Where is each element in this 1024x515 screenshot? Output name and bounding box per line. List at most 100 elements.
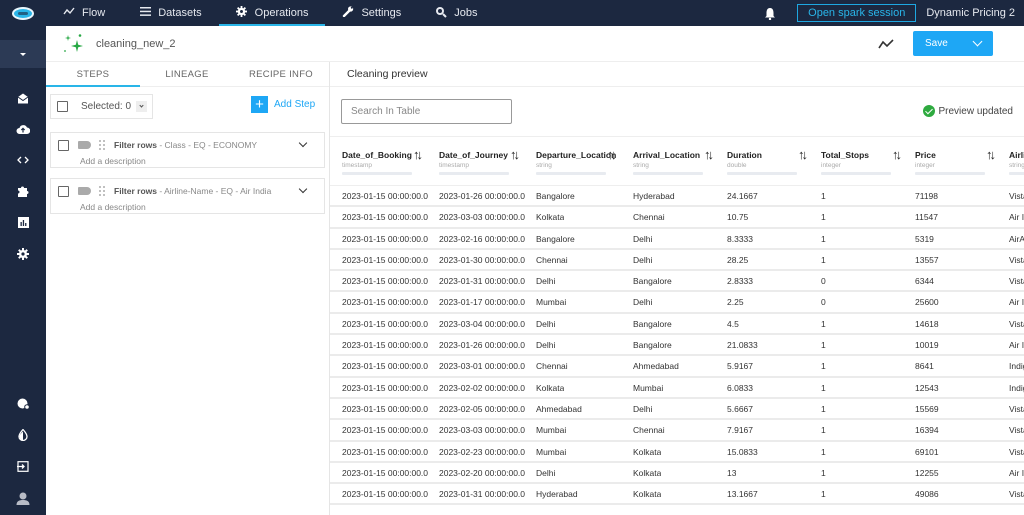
select-all-checkbox[interactable] xyxy=(57,101,68,112)
step-description[interactable]: Add a description xyxy=(80,202,146,212)
table-cell: 2023-01-15 00:00:00.0 xyxy=(342,233,429,244)
column-header[interactable]: Date_of_Booking timestamp ↑↓ xyxy=(330,137,424,185)
table-row[interactable]: 2023-01-15 00:00:00.0 2023-01-26 00:00:00… xyxy=(330,186,1024,208)
recipe-step[interactable]: Filter rows - Airline-Name - EQ - Air In… xyxy=(50,178,325,214)
rail-theme[interactable] xyxy=(0,424,46,446)
table-cell: 1 xyxy=(821,425,826,436)
sort-icon[interactable]: ↑↓ xyxy=(704,147,714,162)
table-row[interactable]: 2023-01-15 00:00:00.0 2023-02-20 00:00:00… xyxy=(330,463,1024,485)
nav-settings[interactable]: Settings xyxy=(325,0,418,26)
table-cell: Air In xyxy=(1009,340,1024,351)
bar-chart-icon xyxy=(17,216,29,228)
rail-reports[interactable] xyxy=(0,211,46,233)
nav-operations[interactable]: Operations xyxy=(218,0,326,26)
rail-logout[interactable] xyxy=(0,455,46,477)
table-cell: 2023-01-15 00:00:00.0 xyxy=(342,403,429,414)
table-cell: 2.8333 xyxy=(727,276,753,287)
table-row[interactable]: 2023-01-15 00:00:00.0 2023-02-05 00:00:00… xyxy=(330,399,1024,421)
tab-recipe-info[interactable]: RECIPE INFO xyxy=(234,62,328,86)
column-header[interactable]: Duration double ↑↓ xyxy=(715,137,809,185)
table-cell: 2023-02-23 00:00:00.0 xyxy=(439,446,526,457)
rail-inbox[interactable] xyxy=(0,87,46,109)
expand-chevron-icon[interactable] xyxy=(298,138,308,148)
table-row[interactable]: 2023-01-15 00:00:00.0 2023-02-02 00:00:00… xyxy=(330,378,1024,399)
search-table-input[interactable] xyxy=(341,99,512,124)
column-type: string xyxy=(633,162,649,169)
sort-icon[interactable]: ↑↓ xyxy=(892,147,902,162)
add-step-button[interactable]: + Add Step xyxy=(251,96,315,113)
save-dropdown-chevron-icon[interactable] xyxy=(972,36,983,47)
open-spark-session-button[interactable]: Open spark session xyxy=(797,4,917,22)
drag-handle-icon[interactable] xyxy=(98,185,106,197)
nav-jobs[interactable]: Jobs xyxy=(418,0,494,26)
notifications-bell-icon[interactable] xyxy=(763,6,777,20)
expand-chevron-icon[interactable] xyxy=(298,184,308,194)
table-cell: Kolkata xyxy=(633,489,662,500)
table-row[interactable]: 2023-01-15 00:00:00.0 2023-03-01 00:00:00… xyxy=(330,356,1024,378)
table-cell: 12255 xyxy=(915,467,939,478)
nav-flow-label: Flow xyxy=(82,7,106,19)
sort-icon[interactable]: ↑↓ xyxy=(986,147,996,162)
step-checkbox[interactable] xyxy=(58,140,69,151)
recipe-step[interactable]: Filter rows - Class - EQ - ECONOMY Add a… xyxy=(50,132,325,168)
table-cell: 2023-01-15 00:00:00.0 xyxy=(342,382,429,393)
column-header[interactable]: Arrival_Location string ↑↓ xyxy=(621,137,715,185)
rail-settings[interactable] xyxy=(0,243,46,265)
tab-steps[interactable]: STEPS xyxy=(46,62,140,87)
recipe-title[interactable]: cleaning_new_2 xyxy=(96,38,176,50)
table-row[interactable]: 2023-01-15 00:00:00.0 2023-02-23 00:00:00… xyxy=(330,442,1024,463)
table-cell: 8641 xyxy=(915,361,934,372)
table-row[interactable]: 2023-01-15 00:00:00.0 2023-01-31 00:00:00… xyxy=(330,271,1024,293)
project-name[interactable]: Dynamic Pricing 2 xyxy=(926,7,1015,19)
code-icon xyxy=(17,156,29,164)
sort-icon[interactable]: ↑↓ xyxy=(413,147,423,162)
column-header[interactable]: Date_of_Journey timestamp ↑↓ xyxy=(427,137,521,185)
sort-icon[interactable]: ↑↓ xyxy=(510,147,520,162)
table-row[interactable]: 2023-01-15 00:00:00.0 2023-01-26 00:00:00… xyxy=(330,335,1024,357)
table-row[interactable]: 2023-01-15 00:00:00.0 2023-03-04 00:00:00… xyxy=(330,314,1024,336)
column-header[interactable]: Airlistring↑↓ xyxy=(997,137,1024,185)
table-cell: Air In xyxy=(1009,467,1024,478)
save-button[interactable]: Save xyxy=(913,31,993,56)
table-cell: Bangalore xyxy=(536,233,575,244)
tag-icon xyxy=(78,141,91,149)
rail-collapse-toggle[interactable] xyxy=(0,40,46,68)
nav-datasets[interactable]: Datasets xyxy=(122,0,218,26)
add-step-label: Add Step xyxy=(274,99,316,110)
table-row[interactable]: 2023-01-15 00:00:00.0 2023-01-30 00:00:00… xyxy=(330,250,1024,272)
step-description[interactable]: Add a description xyxy=(80,156,146,166)
step-action: Filter rows xyxy=(114,140,157,150)
selection-dropdown[interactable] xyxy=(136,101,148,112)
app-logo[interactable] xyxy=(0,0,46,26)
sort-icon[interactable]: ↑↓ xyxy=(798,147,808,162)
table-cell: 2023-01-15 00:00:00.0 xyxy=(342,318,429,329)
table-cell: Kolkata xyxy=(633,446,662,457)
column-header[interactable]: Price integer ↑↓ xyxy=(903,137,997,185)
table-cell: Bangalore xyxy=(633,340,672,351)
column-name: Price xyxy=(915,150,936,160)
rail-profile[interactable] xyxy=(0,487,46,509)
table-row[interactable]: 2023-01-15 00:00:00.0 2023-03-03 00:00:00… xyxy=(330,207,1024,229)
table-row[interactable]: 2023-01-15 00:00:00.0 2023-01-17 00:00:00… xyxy=(330,292,1024,314)
sort-icon[interactable]: ↑↓ xyxy=(607,147,617,162)
table-row[interactable]: 2023-01-15 00:00:00.0 2023-01-31 00:00:00… xyxy=(330,484,1024,506)
tab-lineage[interactable]: LINEAGE xyxy=(140,62,234,86)
rail-extensions[interactable] xyxy=(0,180,46,202)
table-row[interactable]: 2023-01-15 00:00:00.0 2023-02-16 00:00:00… xyxy=(330,229,1024,250)
column-header[interactable]: Total_Stops integer ↑↓ xyxy=(809,137,903,185)
column-header[interactable]: Departure_Location string ↑↓ xyxy=(524,137,618,185)
table-cell: 5319 xyxy=(915,233,934,244)
rail-code[interactable] xyxy=(0,149,46,171)
nav-flow[interactable]: Flow xyxy=(46,0,122,26)
rail-upload[interactable] xyxy=(0,118,46,140)
step-action: Filter rows xyxy=(114,186,157,196)
table-cell: 13557 xyxy=(915,254,939,265)
table-cell: Air In xyxy=(1009,212,1024,223)
step-checkbox[interactable] xyxy=(58,186,69,197)
table-row[interactable]: 2023-01-15 00:00:00.0 2023-03-03 00:00:00… xyxy=(330,420,1024,442)
line-chart-icon[interactable] xyxy=(878,38,894,50)
column-type: integer xyxy=(915,162,935,169)
drag-handle-icon[interactable] xyxy=(98,139,106,151)
table-cell: Mumbai xyxy=(536,297,567,308)
rail-admin[interactable] xyxy=(0,393,46,415)
